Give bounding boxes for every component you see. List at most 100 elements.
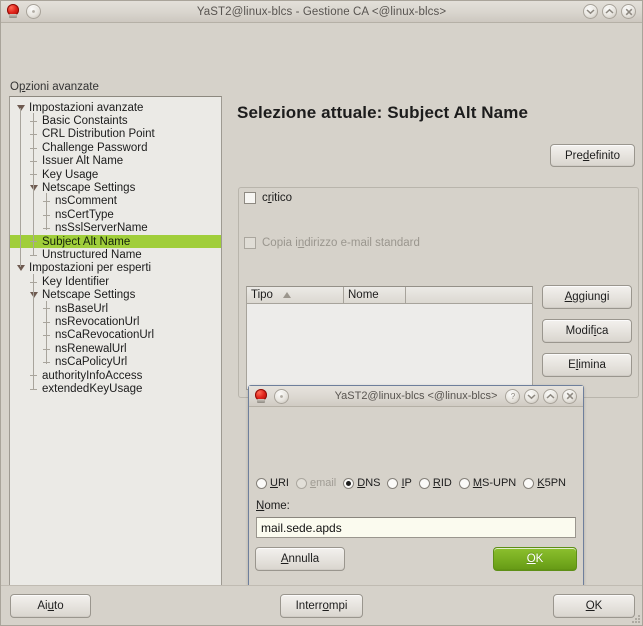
copy-standard-email-label: Copia indirizzo e-mail standard [262,237,420,249]
tree-item-label: Unstructured Name [42,248,142,261]
tree-item[interactable]: nsBaseUrl [10,302,221,315]
radio-button[interactable] [458,477,470,489]
dialog-ok-button[interactable]: OK [493,547,577,571]
tree-guide-line [33,273,34,390]
help-button[interactable]: ? [505,388,520,404]
cancel-button[interactable]: Annulla [255,547,345,571]
radio-label: MS-UPN [472,477,517,489]
dialog-body: URI email DNS IP RID MS-UPN K5PN Nome: Annulla… [249,407,583,598]
tree-item-label: nsCertType [55,208,114,221]
tree-item[interactable]: Key Identifier [10,275,221,288]
page-title: Selezione attuale: Subject Alt Name [237,103,528,122]
tree-item[interactable]: Challenge Password [10,141,221,154]
tree-item-label: Key Identifier [42,275,110,288]
abort-button-label: Interrompi [295,600,348,612]
alt-name-table[interactable]: Tipo Nome [246,286,533,390]
edit-button[interactable]: Modifica [542,319,632,343]
maximize-button[interactable] [602,4,617,19]
name-input[interactable] [256,517,576,538]
window-resize-grip[interactable] [630,613,640,623]
tree-item[interactable]: Basic Constaints [10,114,221,127]
tree-item[interactable]: Subject Alt Name [10,234,221,249]
tree-item-label: nsRenewalUrl [55,342,127,355]
edit-button-label: Modifica [565,325,609,337]
radio-label: DNS [357,477,381,489]
tree-item-label: Challenge Password [42,141,148,154]
main-window: YaST2@linux-blcs - Gestione CA <@linux-b… [0,0,643,626]
delete-button[interactable]: Elimina [542,353,632,377]
radio-button[interactable] [256,477,267,489]
maximize-button[interactable] [543,388,558,404]
radio-label: K5PN [537,477,566,489]
radio-button[interactable] [523,477,535,489]
help-button-label: Aiuto [37,600,64,612]
add-button[interactable]: Aggiungi [542,285,632,309]
tree-item-label: Netscape Settings [42,289,136,302]
ok-button-label: OK [585,600,603,612]
table-column-header-tipo[interactable]: Tipo [247,287,344,304]
tree-item[interactable]: Key Usage [10,168,221,181]
tree-item[interactable]: nsCaRevocationUrl [10,329,221,342]
default-button[interactable]: Predefinito [550,144,635,167]
minimize-button[interactable] [524,388,539,404]
critico-checkbox[interactable] [244,192,256,204]
tree-item[interactable]: nsComment [10,195,221,208]
ok-button[interactable]: OK [553,594,635,618]
tree-item[interactable]: CRL Distribution Point [10,128,221,141]
radio-button[interactable] [387,477,399,489]
tree-item-label: Key Usage [42,168,99,181]
tree-item-label: nsCaPolicyUrl [55,356,128,369]
help-button-footer[interactable]: Aiuto [10,594,91,618]
tree-item[interactable]: Netscape Settings [10,181,221,194]
radio-label: IP [401,477,412,489]
radio-option-email: email [295,477,336,489]
tree-item[interactable]: nsRevocationUrl [10,315,221,328]
tree-item[interactable]: Issuer Alt Name [10,155,221,168]
radio-option-uri[interactable]: URI [256,477,289,489]
options-tree[interactable]: Impostazioni avanzate Basic Constaints CRL… [9,96,222,604]
radio-option-ip[interactable]: IP [387,477,412,489]
dialog-ok-button-label: OK [526,553,544,565]
radio-option-ms-upn[interactable]: MS-UPN [458,477,517,489]
dialog-titlebar[interactable]: YaST2@linux-blcs <@linux-blcs> ? [249,386,583,407]
tree-item[interactable]: authorityInfoAccess [10,369,221,382]
window-title: YaST2@linux-blcs - Gestione CA <@linux-b… [196,5,447,18]
radio-option-rid[interactable]: RID [418,477,452,489]
critico-checkbox-row[interactable]: critico [244,192,292,204]
radio-label: URI [270,477,289,489]
close-button[interactable] [562,388,577,404]
window-menu-icon[interactable] [26,4,41,19]
window-menu-icon[interactable] [274,388,289,404]
close-button[interactable] [621,4,636,19]
radio-button[interactable] [343,477,355,489]
tree-item-label: nsRevocationUrl [55,315,140,328]
radio-button [295,477,307,489]
tree-item[interactable]: nsSslServerName [10,222,221,235]
tree-item[interactable]: Impostazioni per esperti [10,262,221,275]
tree-item-label: Basic Constaints [42,115,128,128]
tree-item[interactable]: Unstructured Name [10,248,221,261]
table-body[interactable] [247,304,532,389]
window-titlebar[interactable]: YaST2@linux-blcs - Gestione CA <@linux-b… [1,1,642,23]
tree-item[interactable]: extendedKeyUsage [10,382,221,395]
footer-bar: Aiuto Interrompi OK [1,585,642,625]
radio-button[interactable] [418,477,430,489]
tree-item[interactable]: nsCaPolicyUrl [10,355,221,368]
tree-guide-line [33,113,34,256]
abort-button[interactable]: Interrompi [280,594,363,618]
tree-item[interactable]: nsCertType [10,208,221,221]
tree-item-label: Impostazioni avanzate [29,101,144,114]
yast-icon [254,388,269,404]
tree-item-label: extendedKeyUsage [42,382,143,395]
radio-option-k5pn[interactable]: K5PN [523,477,566,489]
tree-item-label: authorityInfoAccess [42,369,143,382]
table-header-row: Tipo Nome [247,287,532,304]
table-column-header-nome[interactable]: Nome [344,287,406,304]
radio-option-dns[interactable]: DNS [343,477,380,489]
tree-item[interactable]: Netscape Settings [10,288,221,301]
minimize-button[interactable] [583,4,598,19]
radio-label: RID [432,477,452,489]
alt-name-type-radio-group[interactable]: URI email DNS IP RID MS-UPN K5PN [256,477,578,489]
tree-item[interactable]: nsRenewalUrl [10,342,221,355]
tree-item[interactable]: Impostazioni avanzate [10,101,221,114]
